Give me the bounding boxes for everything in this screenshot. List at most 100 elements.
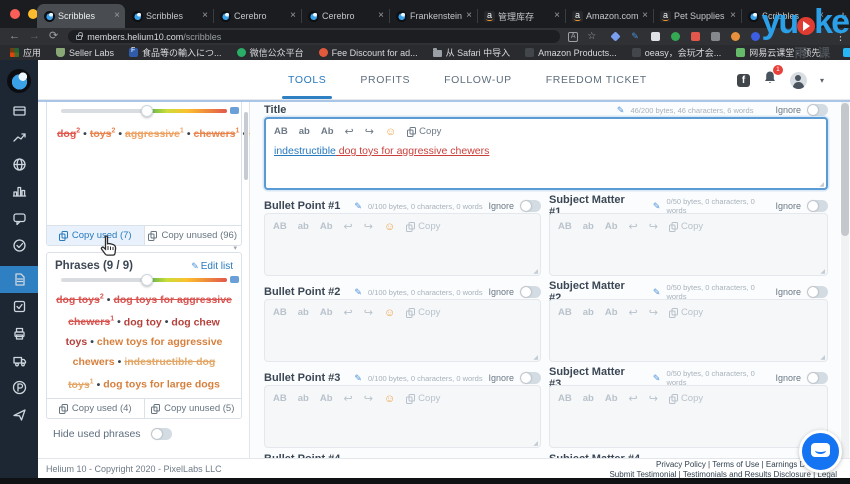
sidebar-item-xray[interactable] (0, 178, 38, 205)
copy-button[interactable]: Copy (407, 126, 441, 137)
bookmark-item[interactable]: 食品等の輸入につ... (129, 46, 222, 59)
sidebar-item-magnet[interactable] (0, 151, 38, 178)
keyword[interactable]: toys2 (90, 127, 116, 140)
tab-freedom-ticket[interactable]: FREEDOM TICKET (546, 61, 647, 99)
close-tab-icon[interactable]: × (642, 11, 648, 21)
extension-icon[interactable] (691, 32, 701, 41)
words-frequency-slider[interactable] (61, 105, 239, 117)
bookmark-item[interactable]: Fee Discount for ad... (318, 48, 418, 58)
extension-icon[interactable] (610, 31, 621, 42)
collapse-icon[interactable]: ▾ (233, 244, 237, 252)
keyword[interactable]: aggressive1 (125, 127, 184, 140)
browser-tab[interactable]: Pet Supplies × (653, 4, 741, 28)
facebook-icon[interactable]: f (736, 73, 750, 87)
tab-tools[interactable]: TOOLS (281, 61, 333, 99)
bookmark-star-icon[interactable]: ☆ (587, 31, 596, 42)
keyword[interactable]: dog toy (124, 316, 162, 328)
bullet-2-textarea[interactable]: AB ab Ab ↩ ↪ ☺ Copy (264, 299, 541, 362)
link-icon[interactable] (230, 276, 239, 283)
subject-1-textarea[interactable]: AB ab Ab ↩ ↪ Copy (549, 213, 828, 276)
close-tab-icon[interactable]: × (290, 11, 296, 21)
redo-icon[interactable]: ↪ (365, 125, 374, 138)
sidebar-item-inventory[interactable] (0, 347, 38, 374)
keyword[interactable]: dog2 (57, 127, 80, 140)
subject-3-textarea[interactable]: AB ab Ab ↩ ↪ Copy (549, 385, 828, 448)
close-window-icon[interactable] (10, 9, 20, 19)
bookmark-item[interactable]: Seller Labs (56, 48, 114, 58)
avatar[interactable] (789, 71, 807, 89)
forward-icon[interactable]: → (29, 29, 40, 44)
titlecase-button[interactable]: Ab (321, 126, 334, 137)
chevron-down-icon[interactable]: ▾ (820, 76, 824, 85)
subject-2-textarea[interactable]: AB ab Ab ↩ ↪ Copy (549, 299, 828, 362)
title-ignore-toggle[interactable] (807, 104, 828, 116)
ignore-toggle[interactable] (520, 200, 541, 212)
bookmark-item[interactable]: oeasy，会玩才会... (631, 46, 721, 59)
ignore-toggle[interactable] (520, 372, 541, 384)
extension-icon[interactable] (671, 32, 681, 41)
close-tab-icon[interactable]: × (202, 11, 208, 21)
sidebar-item-profits[interactable] (0, 374, 38, 401)
phrases-frequency-slider[interactable] (61, 274, 239, 286)
close-tab-icon[interactable]: × (466, 11, 472, 21)
sidebar-item-checklist[interactable] (0, 293, 38, 320)
sidebar-item-trendster[interactable] (0, 124, 38, 151)
sidebar-item-blackbox[interactable] (0, 97, 38, 124)
extension-icon[interactable] (651, 32, 661, 41)
helium10-extension-icon[interactable]: ✎ (631, 32, 640, 41)
title-content[interactable]: indestructible dog toys for aggressive c… (274, 145, 818, 157)
bookmark-item[interactable]: Amazon Products... (525, 48, 617, 58)
close-tab-icon[interactable]: × (378, 11, 384, 21)
slider-handle[interactable] (141, 274, 154, 286)
link-icon[interactable] (230, 107, 239, 114)
browser-tab[interactable]: Cerebro × (301, 4, 389, 28)
ignore-toggle[interactable] (807, 286, 828, 298)
copy-unused-words-button[interactable]: Copy unused (96) (143, 226, 242, 245)
bookmark-item[interactable]: 腾讯课堂_专业的在... (842, 46, 850, 59)
panel-scrollbar[interactable] (244, 112, 248, 180)
back-icon[interactable]: ← (9, 29, 20, 44)
ignore-toggle[interactable] (807, 200, 828, 212)
translate-icon[interactable]: A (568, 31, 579, 42)
emoji-icon[interactable]: ☺ (385, 126, 396, 138)
helium10-logo[interactable] (7, 69, 31, 93)
tab-follow-up[interactable]: FOLLOW-UP (444, 61, 512, 99)
keyword[interactable]: dog toys2 (56, 293, 104, 306)
hide-used-phrases-toggle[interactable] (150, 428, 172, 440)
keyword[interactable]: chewers1 (194, 127, 240, 140)
sidebar-item-refund-genie[interactable] (0, 320, 38, 347)
address-bar[interactable]: members.helium10.com/scribbles (68, 30, 561, 43)
sidebar-item-scribbles[interactable] (0, 266, 38, 293)
bookmark-item[interactable]: 微信公众平台 (236, 46, 304, 59)
browser-tab[interactable]: Cerebro × (213, 4, 301, 28)
bullet-1-textarea[interactable]: AB ab Ab ↩ ↪ ☺ Copy (264, 213, 541, 276)
sidebar-item-frankenstein[interactable] (0, 205, 38, 232)
browser-tab[interactable]: Frankenstein × (389, 4, 477, 28)
close-tab-icon[interactable]: × (114, 11, 120, 21)
copy-used-phrases-button[interactable]: Copy used (4) (47, 399, 144, 418)
ignore-toggle[interactable] (807, 372, 828, 384)
browser-tab[interactable]: 管理库存 × (477, 4, 565, 28)
sidebar-item-index-checker[interactable] (0, 232, 38, 259)
extension-icon[interactable] (751, 32, 761, 41)
tab-profits[interactable]: PROFITS (360, 61, 410, 99)
copy-unused-phrases-button[interactable]: Copy unused (5) (143, 399, 242, 418)
notifications-bell[interactable]: 1 (763, 65, 783, 90)
browser-tab[interactable]: Scribbles × (37, 4, 125, 28)
bookmark-item[interactable]: 从 Safari 中导入 (432, 46, 510, 59)
bullet-3-textarea[interactable]: AB ab Ab ↩ ↪ ☺ Copy (264, 385, 541, 448)
extension-icon[interactable] (731, 32, 741, 41)
page-scrollbar-thumb[interactable] (841, 103, 849, 236)
reload-icon[interactable]: ⟳ (49, 29, 58, 44)
close-tab-icon[interactable]: × (554, 11, 560, 21)
slider-handle[interactable] (141, 105, 154, 117)
close-tab-icon[interactable]: × (730, 11, 736, 21)
lowercase-button[interactable]: ab (299, 126, 310, 137)
undo-icon[interactable]: ↩ (345, 125, 354, 138)
title-textarea[interactable]: AB ab Ab ↩ ↪ ☺ Copy indestructible dog t… (264, 117, 828, 190)
edit-list-link[interactable]: ✎ Edit list (191, 261, 233, 272)
extension-icon[interactable] (711, 32, 721, 41)
ignore-toggle[interactable] (520, 286, 541, 298)
browser-tab[interactable]: Amazon.com× (565, 4, 653, 28)
browser-tab[interactable]: Scribbles × (125, 4, 213, 28)
